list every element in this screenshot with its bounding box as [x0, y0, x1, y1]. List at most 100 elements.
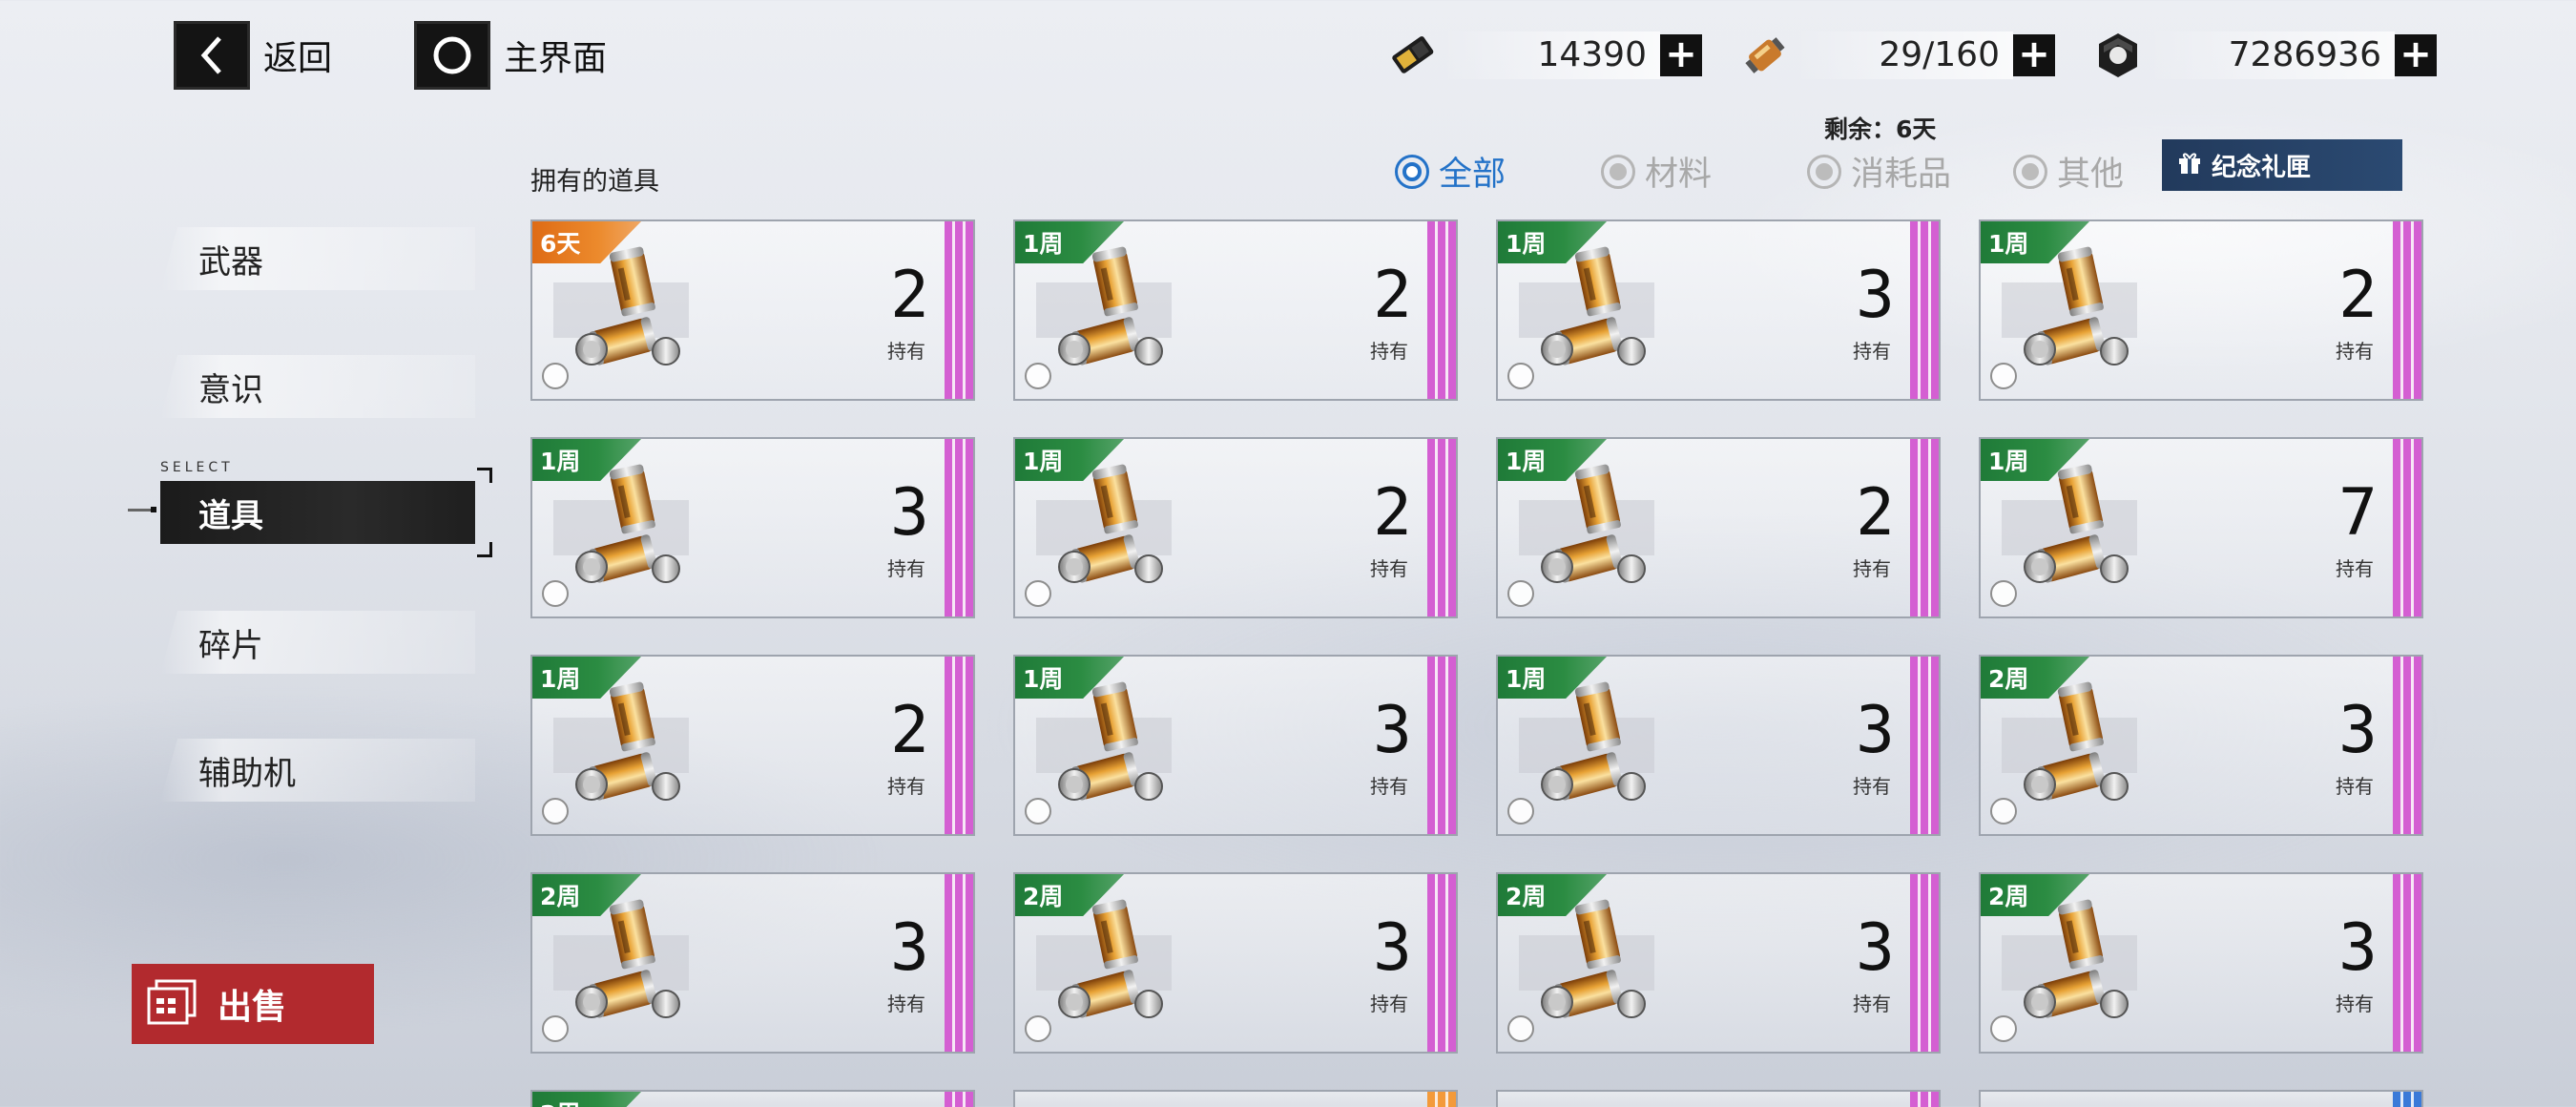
- item-card[interactable]: 1周: [1013, 219, 1458, 401]
- rarity-stripes: [2393, 439, 2421, 616]
- chevron-left-icon: [174, 21, 250, 90]
- rarity-stripes: [1910, 439, 1939, 616]
- rarity-stripes: [1910, 221, 1939, 399]
- owned-label: 持有: [2336, 775, 2374, 798]
- sell-icon: [145, 977, 204, 1031]
- select-radio[interactable]: [1507, 1015, 1534, 1042]
- filter-other[interactable]: 其他: [2013, 147, 2124, 196]
- item-card-partial[interactable]: [1013, 1090, 1458, 1107]
- nav-item-label: 碎片: [198, 626, 263, 665]
- owned-label: 持有: [1370, 340, 1408, 363]
- sell-button[interactable]: 出售: [132, 964, 374, 1044]
- item-card[interactable]: 1周: [530, 437, 975, 618]
- rarity-stripes: [945, 657, 973, 834]
- item-card[interactable]: 1周: [530, 655, 975, 836]
- item-card[interactable]: 2周 3 持有: [530, 872, 975, 1054]
- item-card[interactable]: 6天 2 持有: [530, 219, 975, 401]
- select-radio[interactable]: [1025, 580, 1051, 607]
- gift-icon: [2177, 150, 2202, 181]
- remaining-time: 剩余：6天: [1824, 115, 1937, 143]
- nav-item-memories[interactable]: 意识: [160, 355, 475, 418]
- select-radio[interactable]: [1025, 1015, 1051, 1042]
- energy-drink-cans-icon: [2019, 679, 2133, 813]
- expiry-tag: 2周: [532, 1092, 643, 1107]
- item-card[interactable]: 2周 3 持有: [1979, 872, 2423, 1054]
- item-card-partial[interactable]: [1979, 1090, 2423, 1107]
- add-battery-button[interactable]: +: [2013, 34, 2055, 76]
- item-count: 3: [1856, 258, 1895, 333]
- select-radio[interactable]: [542, 798, 569, 825]
- item-card[interactable]: 2周 3 持有: [1496, 872, 1941, 1054]
- add-stamina-button[interactable]: +: [1660, 34, 1702, 76]
- energy-drink-cans-icon: [2019, 462, 2133, 595]
- select-radio[interactable]: [1025, 363, 1051, 389]
- energy-drink-cans-icon: [1053, 462, 1168, 595]
- item-card[interactable]: 1周: [1496, 437, 1941, 618]
- gift-box-button[interactable]: 纪念礼匣: [2162, 139, 2402, 191]
- energy-drink-cans-icon: [1053, 244, 1168, 378]
- home-label: 主界面: [504, 39, 608, 78]
- owned-label: 持有: [1370, 557, 1408, 580]
- item-card-partial[interactable]: [1496, 1090, 1941, 1107]
- select-radio[interactable]: [1990, 1015, 2017, 1042]
- select-radio[interactable]: [542, 1015, 569, 1042]
- filter-materials[interactable]: 材料: [1601, 147, 1712, 196]
- item-count: 3: [890, 910, 929, 986]
- nav-item-weapons[interactable]: 武器: [160, 227, 475, 290]
- select-radio[interactable]: [1507, 580, 1534, 607]
- rarity-stripes: [1427, 657, 1456, 834]
- rarity-stripes: [1427, 439, 1456, 616]
- filter-label: 全部: [1439, 156, 1506, 194]
- energy-drink-cans-icon: [1536, 244, 1651, 378]
- nav-item-label: 意识: [198, 370, 263, 409]
- energy-drink-cans-icon: [571, 897, 685, 1031]
- nav-item-pets[interactable]: 辅助机: [160, 739, 475, 802]
- item-card-partial[interactable]: 2周: [530, 1090, 975, 1107]
- select-radio[interactable]: [1507, 798, 1534, 825]
- select-radio[interactable]: [1990, 580, 2017, 607]
- item-card[interactable]: 2周 3 持有: [1979, 655, 2423, 836]
- rarity-stripes: [2393, 874, 2421, 1052]
- item-card[interactable]: 1周: [1979, 219, 2423, 401]
- rarity-stripes: [2393, 221, 2421, 399]
- nav-indicator-dot: [151, 507, 156, 512]
- rarity-stripes: [945, 221, 973, 399]
- item-card[interactable]: 1周: [1013, 655, 1458, 836]
- item-card[interactable]: 1周: [1496, 219, 1941, 401]
- nav-item-fragments[interactable]: 碎片: [160, 611, 475, 674]
- sell-label: 出售: [218, 988, 287, 1027]
- rarity-stripes: [1427, 874, 1456, 1052]
- item-card[interactable]: 1周: [1013, 437, 1458, 618]
- owned-label: 持有: [1370, 992, 1408, 1015]
- select-radio[interactable]: [1507, 363, 1534, 389]
- filter-label: 消耗品: [1851, 156, 1952, 194]
- select-radio[interactable]: [1990, 798, 2017, 825]
- rarity-stripes: [945, 1092, 973, 1107]
- energy-drink-cans-icon: [2019, 897, 2133, 1031]
- owned-label: 持有: [887, 340, 925, 363]
- back-button[interactable]: 返回: [174, 21, 332, 90]
- owned-label: 持有: [2336, 340, 2374, 363]
- energy-drink-cans-icon: [1053, 679, 1168, 813]
- owned-items-heading: 拥有的道具: [530, 167, 659, 197]
- energy-drink-cans-icon: [571, 462, 685, 595]
- item-card[interactable]: 2周 3 持有: [1013, 872, 1458, 1054]
- resource-battery: 29/160 +: [1736, 25, 2055, 86]
- item-count: 2: [1856, 475, 1895, 551]
- item-card[interactable]: 1周: [1496, 655, 1941, 836]
- item-count: 3: [1856, 693, 1895, 768]
- select-radio[interactable]: [1990, 363, 2017, 389]
- nav-item-items[interactable]: 道具: [160, 481, 475, 544]
- select-radio[interactable]: [542, 363, 569, 389]
- select-radio[interactable]: [1025, 798, 1051, 825]
- filter-all[interactable]: 全部: [1395, 147, 1506, 196]
- item-card[interactable]: 1周: [1979, 437, 2423, 618]
- filter-consumables[interactable]: 消耗品: [1807, 147, 1951, 196]
- energy-drink-cans-icon: [2019, 244, 2133, 378]
- stamina-value: 14390: [1441, 31, 1660, 79]
- item-count: 7: [2338, 475, 2378, 551]
- add-coin-button[interactable]: +: [2395, 34, 2437, 76]
- select-radio[interactable]: [542, 580, 569, 607]
- energy-drink-cans-icon: [1536, 462, 1651, 595]
- home-button[interactable]: 主界面: [414, 21, 607, 90]
